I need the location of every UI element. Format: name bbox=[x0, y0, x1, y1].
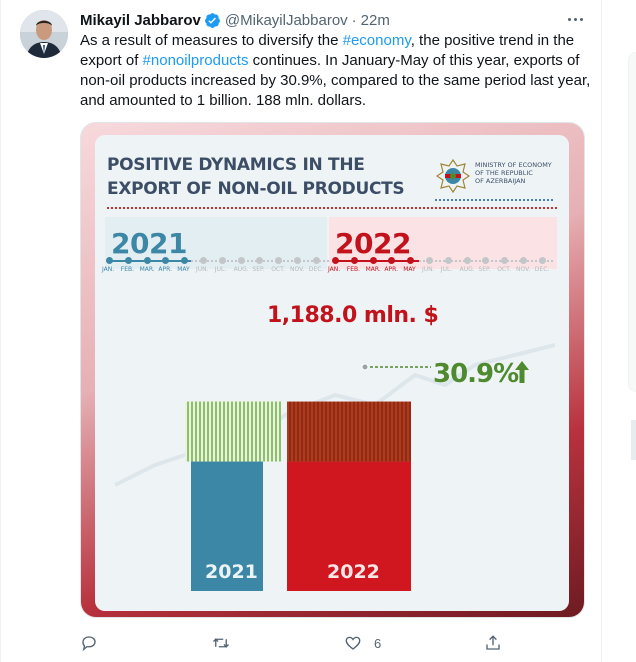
infographic-title-line2: EXPORT OF NON-OIL PRODUCTS bbox=[107, 179, 405, 199]
timeline-dot-2022-7 bbox=[444, 257, 452, 264]
timeline-month-label: SEP. bbox=[478, 266, 491, 273]
share-button[interactable] bbox=[484, 632, 502, 654]
timeline-dot-2021-6 bbox=[200, 257, 207, 264]
timeline-month-label: MAY bbox=[177, 266, 190, 273]
author-handle[interactable]: @MikayilJabbarov bbox=[225, 12, 348, 29]
state-emblem-icon bbox=[435, 158, 471, 194]
timeline-dot-2021-8 bbox=[237, 257, 245, 264]
timeline-month-label: DEC. bbox=[308, 266, 324, 273]
like-button[interactable]: 6 bbox=[344, 632, 381, 654]
timeline-dot-2021-11 bbox=[294, 257, 301, 264]
timeline-month-label: JUN. bbox=[196, 266, 209, 273]
tweet-timestamp[interactable]: 22m bbox=[361, 12, 390, 29]
avatar[interactable] bbox=[20, 10, 68, 58]
timeline-month-label: SEP. bbox=[252, 266, 265, 273]
like-icon bbox=[345, 636, 361, 650]
left-divider bbox=[0, 0, 1, 662]
ministry-line2: OF THE REPUBLIC bbox=[475, 169, 533, 177]
timeline-dot-2022-3 bbox=[369, 257, 377, 264]
infographic-title-line1: POSITIVE DYNAMICS IN THE bbox=[107, 155, 365, 175]
tweet-header: Mikayil Jabbarov @MikayilJabbarov · 22m bbox=[80, 10, 390, 30]
scrollbar-edge[interactable] bbox=[631, 420, 636, 460]
ministry-line1: MINISTRY OF ECONOMY bbox=[475, 161, 552, 169]
timeline-month-label: APR. bbox=[384, 266, 398, 273]
hashtag-economy-link[interactable]: #economy bbox=[343, 32, 411, 49]
timeline-dot-2021-12 bbox=[312, 257, 320, 264]
tweet-actions: 6 bbox=[80, 632, 520, 654]
timeline-dot-2022-8 bbox=[463, 257, 471, 264]
timeline-month-label: AUG. bbox=[459, 266, 475, 273]
timeline-dot-2022-11 bbox=[520, 257, 527, 264]
retweet-button[interactable] bbox=[212, 632, 230, 654]
avatar-portrait-icon bbox=[20, 10, 68, 58]
timeline-dot-2021-3 bbox=[143, 257, 151, 264]
timeline-month-label: OCT. bbox=[497, 266, 511, 273]
divider-dotted bbox=[435, 199, 553, 201]
timeline-month-label: NOV. bbox=[516, 266, 531, 273]
bar-label-2022: 2022 bbox=[327, 561, 380, 583]
value-2022-label: 1,188.0 mln. $ bbox=[267, 303, 439, 328]
year-label-2022: 2022 bbox=[335, 227, 411, 260]
author-name[interactable]: Mikayil Jabbarov bbox=[80, 12, 201, 29]
year-label-2021: 2021 bbox=[111, 227, 187, 260]
divider-dotted bbox=[107, 207, 557, 209]
reply-button[interactable] bbox=[80, 632, 98, 654]
tweet-text: As a result of measures to diversify the… bbox=[80, 31, 592, 111]
reply-icon bbox=[82, 636, 96, 652]
bar-growth-cap-2022 bbox=[287, 401, 411, 462]
like-count: 6 bbox=[374, 635, 382, 651]
separator: · bbox=[351, 11, 357, 29]
timeline-month-label: AUG. bbox=[233, 266, 249, 273]
hashtag-nonoilproducts-link[interactable]: #nonoilproducts bbox=[143, 52, 249, 69]
timeline-dot-2021-2 bbox=[124, 257, 132, 264]
timeline-month-label: MAY bbox=[403, 266, 416, 273]
ministry-line3: OF AZERBAIJAN bbox=[475, 177, 526, 185]
retweet-icon bbox=[213, 638, 229, 648]
timeline-dot-2021-1 bbox=[106, 257, 113, 264]
timeline-month-label: DEC. bbox=[534, 266, 550, 273]
up-arrow-icon bbox=[515, 361, 529, 383]
timeline-month-label: FEB. bbox=[346, 266, 361, 273]
timeline-dot-2022-1 bbox=[332, 257, 339, 264]
timeline-month-label: OCT. bbox=[271, 266, 285, 273]
ministry-label: MINISTRY OF ECONOMY OF THE REPUBLIC OF A… bbox=[475, 161, 552, 185]
timeline-month-label: JUN. bbox=[422, 266, 435, 273]
share-icon bbox=[486, 635, 500, 650]
side-panel-edge bbox=[628, 52, 636, 392]
timeline-month-label: MAR. bbox=[365, 266, 381, 273]
timeline-month-label: FEB. bbox=[120, 266, 135, 273]
infographic-title: POSITIVE DYNAMICS IN THE EXPORT OF NON-O… bbox=[107, 153, 405, 201]
timeline-month-label: JAN. bbox=[328, 266, 341, 273]
bar-growth-cap-2021 bbox=[185, 401, 281, 462]
timeline-month-label: APR. bbox=[158, 266, 172, 273]
timeline-month-label: JUL. bbox=[440, 266, 453, 273]
bar-label-2021: 2021 bbox=[205, 561, 258, 583]
timeline-month-label: JUL. bbox=[214, 266, 227, 273]
timeline-dot-2022-6 bbox=[426, 257, 433, 264]
right-divider bbox=[601, 0, 602, 662]
timeline-dot-2021-7 bbox=[218, 257, 226, 264]
tweet-image[interactable]: POSITIVE DYNAMICS IN THE EXPORT OF NON-O… bbox=[80, 122, 585, 618]
growth-percent-label: 30.9% bbox=[433, 359, 519, 389]
tweet-text-part: As a result of measures to diversify the bbox=[80, 32, 343, 49]
growth-connector-dot bbox=[361, 363, 369, 371]
timeline-month-label: MAR. bbox=[139, 266, 155, 273]
infographic-panel: POSITIVE DYNAMICS IN THE EXPORT OF NON-O… bbox=[95, 135, 569, 611]
timeline-month-label: NOV. bbox=[290, 266, 305, 273]
more-options-icon[interactable] bbox=[564, 10, 586, 28]
timeline-dot-2022-2 bbox=[350, 257, 358, 264]
timeline-month-label: JAN. bbox=[102, 266, 115, 273]
verified-badge-icon bbox=[204, 12, 221, 29]
timeline-dot-2022-12 bbox=[538, 257, 546, 264]
